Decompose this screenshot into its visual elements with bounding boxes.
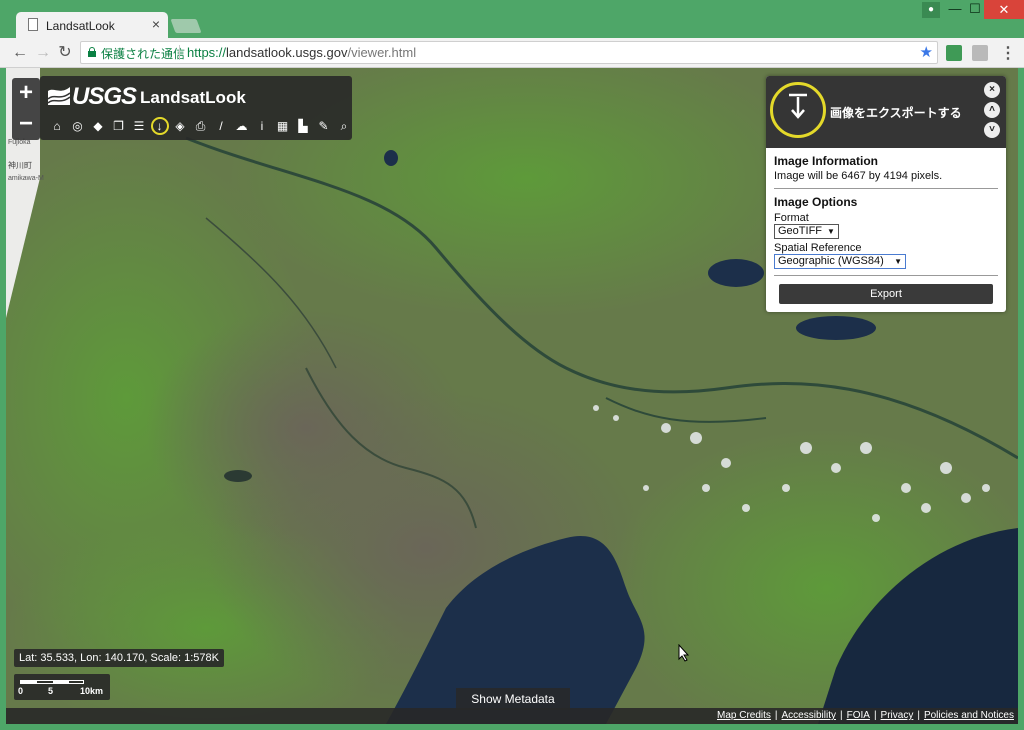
export-panel-header: 画像をエクスポートする × ˄ ˅	[766, 76, 1006, 148]
footer-link-privacy[interactable]: Privacy	[881, 710, 914, 721]
map-label-kamikawa: 神川町	[8, 160, 32, 170]
info-tool-icon[interactable]: i	[253, 117, 271, 135]
new-tab-button[interactable]	[170, 19, 202, 33]
bookmark-tool-icon[interactable]: ▙	[294, 117, 312, 135]
forward-icon[interactable]: →	[33, 42, 53, 64]
spatial-reference-select[interactable]: Geographic (WGS84) ▼	[774, 254, 906, 269]
chat-tool-icon[interactable]: ☁	[233, 117, 251, 135]
tab-title: LandsatLook	[46, 19, 115, 33]
usgs-wordmark: USGS	[72, 83, 137, 110]
chevron-down-icon: ▼	[827, 227, 835, 236]
divider	[774, 275, 998, 276]
scale-label-10km: 10km	[80, 686, 104, 696]
scale-label-0: 0	[18, 686, 24, 696]
format-label: Format	[774, 212, 809, 224]
scale-label-5: 5	[48, 686, 54, 696]
image-info-text: Image will be 6467 by 4194 pixels.	[774, 170, 943, 182]
locate-tool-icon[interactable]: ◎	[69, 117, 87, 135]
footer: Map Credits | Accessibility | FOIA | Privacy | P…	[6, 708, 1018, 724]
map-label-fujioka: Fujioka	[8, 139, 31, 146]
app-title: LandsatLook	[140, 88, 246, 107]
page-icon	[28, 18, 38, 31]
edit-tool-icon[interactable]: ✎	[315, 117, 333, 135]
url-scheme: https://	[187, 45, 227, 60]
url-text: https://landsatlook.usgs.gov/viewer.html	[187, 45, 416, 60]
stack-tool-icon[interactable]: ◈	[171, 117, 189, 135]
pages-tool-icon[interactable]: ▦	[274, 117, 292, 135]
footer-link-accessibility[interactable]: Accessibility	[782, 710, 836, 721]
footer-links: Map Credits | Accessibility | FOIA | Privacy | P…	[717, 710, 1014, 721]
spatial-reference-value: Geographic (WGS84)	[778, 255, 884, 267]
map-label-kamikawa-roman: amikawa-M	[8, 175, 44, 182]
scale-bar-graphic	[20, 680, 84, 684]
tab-close-icon[interactable]: ×	[152, 16, 160, 32]
footer-link-map-credits[interactable]: Map Credits	[717, 710, 771, 721]
extension-icon[interactable]	[946, 45, 962, 61]
tag-tool-icon[interactable]: ◆	[89, 117, 107, 135]
mouse-cursor-icon	[678, 644, 690, 662]
reload-icon[interactable]: ↻	[55, 42, 75, 64]
chevron-down-icon: ▼	[894, 257, 902, 266]
export-download-icon	[770, 82, 826, 138]
lock-icon	[88, 47, 96, 57]
export-tool-icon[interactable]: ↓	[150, 117, 169, 135]
spatial-reference-label: Spatial Reference	[774, 242, 862, 254]
footer-link-foia[interactable]: FOIA	[847, 710, 870, 721]
export-button[interactable]: Export	[779, 284, 993, 304]
layers-copy-tool-icon[interactable]: ❐	[110, 117, 128, 135]
back-icon[interactable]: ←	[10, 42, 30, 64]
tool-row: ⌂ ◎ ◆ ❐ ☰ ↓ ◈ ⎙ / ☁ i ▦ ▙ ✎ ⌕	[40, 116, 352, 138]
format-value: GeoTIFF	[778, 225, 823, 237]
divider	[774, 188, 998, 189]
measure-tool-icon[interactable]: /	[212, 117, 230, 135]
zoom-in-button[interactable]: +	[12, 78, 40, 109]
image-options-heading: Image Options	[774, 195, 858, 209]
person-icon[interactable]: ●	[922, 2, 940, 18]
export-panel-body: Image Information Image will be 6467 by …	[774, 154, 998, 304]
browser-toolbar: ← → ↻ 保護された通信 https://landsatlook.usgs.g…	[0, 38, 1024, 68]
zoom-control: + −	[12, 78, 40, 140]
show-metadata-button[interactable]: Show Metadata	[456, 688, 570, 710]
panel-up-icon[interactable]: ˄	[984, 102, 1000, 118]
footer-link-policies[interactable]: Policies and Notices	[924, 710, 1014, 721]
secure-label: 保護された通信	[101, 47, 186, 61]
dropbox-icon[interactable]	[972, 45, 988, 61]
url-host: landsatlook.usgs.gov	[226, 45, 348, 60]
window-titlebar: LandsatLook × ● — ☐ ✕	[0, 0, 1024, 38]
search-tool-icon[interactable]: ⌕	[335, 117, 353, 135]
adjust-tool-icon[interactable]: ☰	[130, 117, 148, 135]
panel-down-icon[interactable]: ˅	[984, 122, 1000, 138]
format-select[interactable]: GeoTIFF ▼	[774, 224, 839, 239]
map-viewport[interactable]: Fujioka 神川町 amikawa-M + − USGS LandsatLo…	[6, 68, 1018, 724]
zoom-out-button[interactable]: −	[12, 109, 40, 140]
menu-icon[interactable]: ⋮	[1000, 43, 1016, 63]
bookmark-star-icon[interactable]: ★	[920, 43, 933, 61]
panel-close-icon[interactable]: ×	[984, 82, 1000, 98]
usgs-wave-icon	[48, 87, 70, 105]
print-tool-icon[interactable]: ⎙	[192, 117, 210, 135]
home-tool-icon[interactable]: ⌂	[48, 117, 66, 135]
url-path: /viewer.html	[347, 45, 417, 60]
export-panel: 画像をエクスポートする × ˄ ˅ Image Information Imag…	[766, 76, 1006, 312]
url-divider	[179, 45, 180, 60]
minimize-button[interactable]: —	[944, 0, 966, 18]
image-info-heading: Image Information	[774, 154, 879, 168]
export-panel-title: 画像をエクスポートする	[830, 106, 962, 120]
scale-bar: 0 5 10km	[14, 674, 110, 700]
app-header: USGS LandsatLook ⌂ ◎ ◆ ❐ ☰ ↓ ◈ ⎙ / ☁ i ▦ ▙ ✎ ⌕	[40, 76, 352, 140]
window-close-button[interactable]: ✕	[984, 0, 1024, 19]
address-bar[interactable]: 保護された通信 https://landsatlook.usgs.gov/vie…	[80, 41, 938, 64]
maximize-button[interactable]: ☐	[964, 0, 986, 18]
browser-tab[interactable]: LandsatLook ×	[16, 12, 168, 38]
coordinate-readout: Lat: 35.533, Lon: 140.170, Scale: 1:578K	[14, 649, 224, 667]
